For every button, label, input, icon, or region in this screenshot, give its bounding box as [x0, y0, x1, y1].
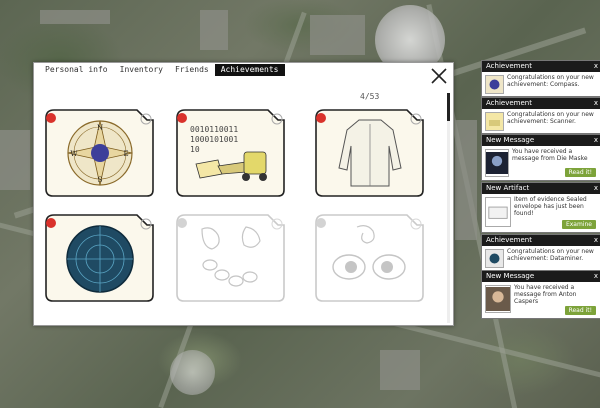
scanner-icon: 0010110011 1000101001 10 — [190, 125, 267, 181]
notification-header: New Message x — [482, 271, 600, 282]
notification-body: Congratulations on your new achievement:… — [482, 109, 600, 133]
notification-title: New Message — [486, 136, 535, 144]
tab-personal-info[interactable]: Personal info — [39, 64, 114, 76]
notification-body: Item of evidence Sealed envelope has jus… — [482, 194, 600, 232]
tab-achievements[interactable]: Achievements — [214, 64, 285, 76]
coat-icon — [338, 119, 402, 187]
notification-text: You have received a message from Die Mas… — [512, 148, 588, 162]
examine-button[interactable]: Examine — [561, 220, 596, 229]
achievement-counter: 4/53 — [360, 92, 380, 101]
notification-body: You have received a message from Anton C… — [482, 282, 600, 318]
read-it-button[interactable]: Read it! — [564, 168, 596, 177]
svg-text:0010110011: 0010110011 — [190, 125, 238, 134]
avatar-icon — [485, 149, 509, 177]
notification-achievement[interactable]: Achievement x Congratulations on your ne… — [481, 60, 600, 97]
notification-achievement[interactable]: Achievement x Congratulations on your ne… — [481, 234, 600, 271]
close-notification-icon[interactable]: x — [594, 135, 598, 146]
svg-text:N: N — [97, 124, 103, 132]
achievement-card-coat[interactable] — [313, 106, 427, 198]
close-notification-icon[interactable]: x — [594, 271, 598, 282]
tab-friends[interactable]: Friends — [169, 64, 215, 76]
scrollbar-thumb[interactable] — [447, 93, 450, 121]
profile-window: Personal info Inventory Friends Achievem… — [33, 62, 454, 326]
envelope-thumbnail-icon — [485, 197, 511, 227]
notification-header: Achievement x — [482, 98, 600, 109]
notification-message[interactable]: New Message x You have received a messag… — [481, 270, 600, 319]
close-notification-icon[interactable]: x — [594, 61, 598, 72]
notification-title: New Artifact — [486, 184, 530, 192]
close-notification-icon[interactable]: x — [594, 98, 598, 109]
notification-text: You have received a message from Anton C… — [514, 284, 577, 305]
notification-title: Achievement — [486, 62, 532, 70]
close-icon[interactable] — [430, 67, 448, 85]
avatar-icon — [485, 285, 511, 313]
svg-text:S: S — [98, 176, 103, 184]
notification-text: Congratulations on your new achievement:… — [507, 248, 594, 262]
svg-text:1000101001: 1000101001 — [190, 135, 238, 144]
compass-thumbnail-icon — [485, 75, 504, 94]
svg-text:E: E — [123, 150, 128, 158]
close-notification-icon[interactable]: x — [594, 183, 598, 194]
notification-artifact[interactable]: New Artifact x Item of evidence Sealed e… — [481, 182, 600, 233]
achievement-card-scanner[interactable]: 0010110011 1000101001 10 — [174, 106, 288, 198]
achievement-card-locked — [174, 211, 288, 303]
notification-title: New Message — [486, 272, 535, 280]
svg-text:10: 10 — [190, 145, 200, 154]
eyes-icon — [332, 225, 406, 280]
scanner-thumbnail-icon — [485, 112, 504, 131]
notification-text: Item of evidence Sealed envelope has jus… — [514, 196, 587, 217]
notification-header: Achievement x — [482, 61, 600, 72]
notification-header: New Artifact x — [482, 183, 600, 194]
notification-body: You have received a message from Die Mas… — [482, 146, 600, 180]
notification-title: Achievement — [486, 99, 532, 107]
notification-header: New Message x — [482, 135, 600, 146]
close-notification-icon[interactable]: x — [594, 235, 598, 246]
read-it-button[interactable]: Read it! — [564, 306, 596, 315]
compass-icon: N S W E — [67, 120, 133, 186]
notification-text: Congratulations on your new achievement:… — [507, 111, 594, 125]
notification-body: Congratulations on your new achievement:… — [482, 72, 600, 96]
achievement-card-dataminer[interactable] — [43, 211, 157, 303]
tab-bar: Personal info Inventory Friends Achievem… — [39, 64, 285, 76]
svg-text:W: W — [70, 150, 78, 158]
notification-header: Achievement x — [482, 235, 600, 246]
tab-inventory[interactable]: Inventory — [114, 64, 169, 76]
dataminer-icon — [66, 225, 134, 293]
achievement-card-compass[interactable]: N S W E — [43, 106, 157, 198]
notification-body: Congratulations on your new achievement:… — [482, 246, 600, 270]
notification-achievement[interactable]: Achievement x Congratulations on your ne… — [481, 97, 600, 134]
scrollbar[interactable] — [447, 93, 450, 323]
notification-title: Achievement — [486, 236, 532, 244]
notification-text: Congratulations on your new achievement:… — [507, 74, 594, 88]
hands-chain-icon — [201, 226, 261, 287]
achievement-card-locked — [313, 211, 427, 303]
notification-message[interactable]: New Message x You have received a messag… — [481, 134, 600, 181]
dataminer-thumbnail-icon — [485, 249, 504, 268]
